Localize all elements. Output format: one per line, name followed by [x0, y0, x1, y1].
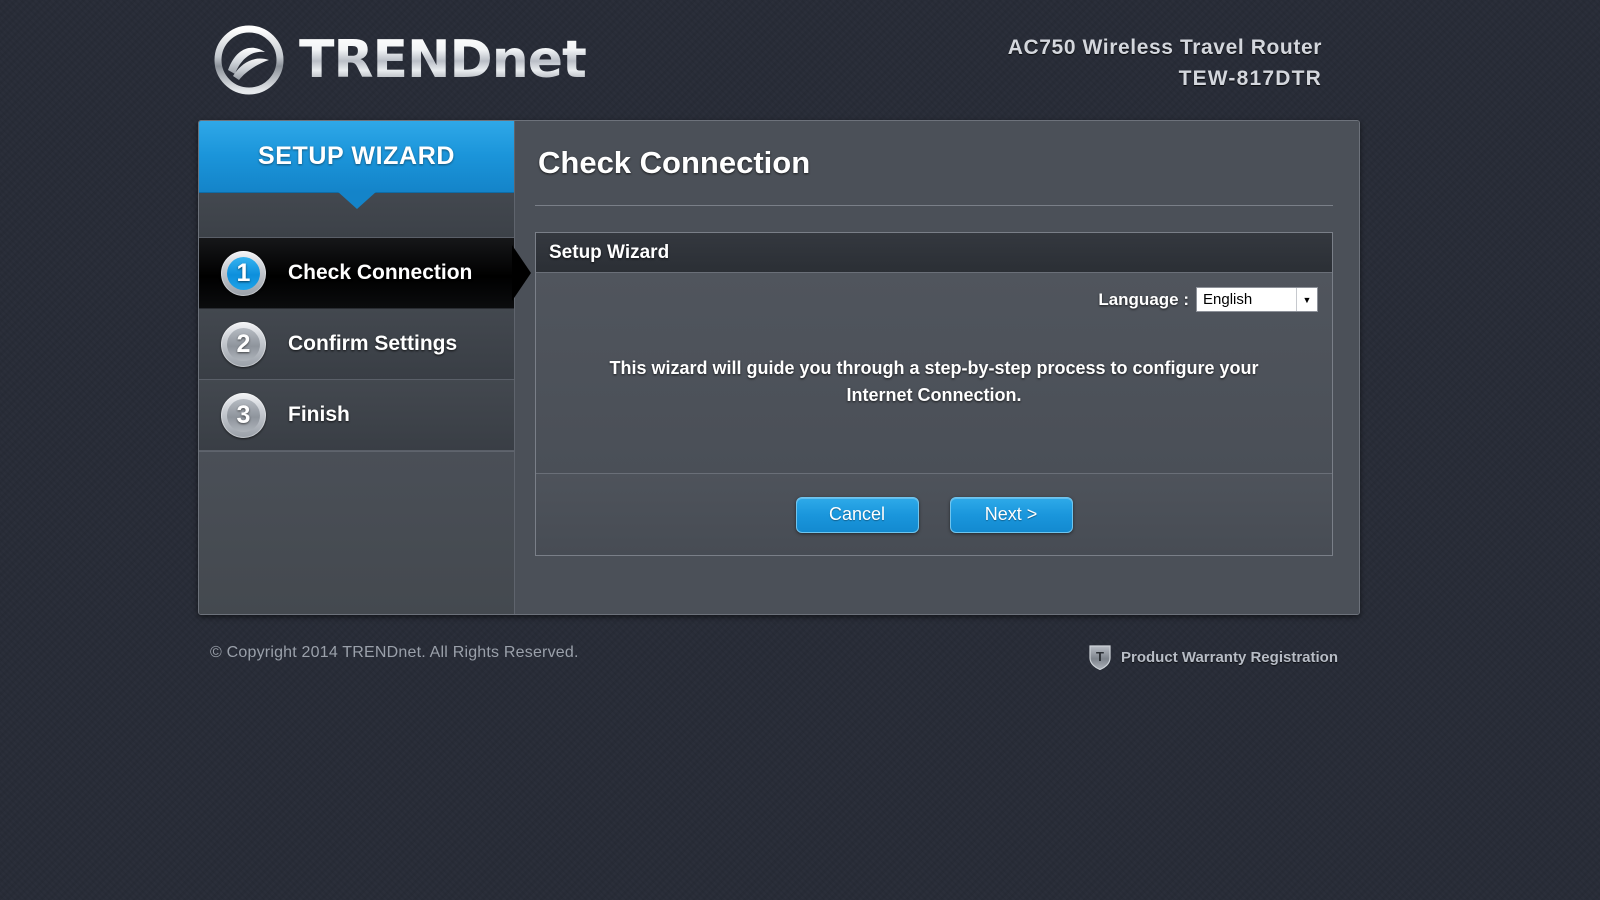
model-info: AC750 Wireless Travel Router TEW-817DTR: [1008, 33, 1322, 96]
cancel-button[interactable]: Cancel: [795, 496, 919, 533]
sidebar-step-label-1: Check Connection: [288, 261, 473, 284]
wizard-description: This wizard will guide you through a ste…: [609, 358, 1259, 405]
setup-wizard-panel: Setup Wizard Language : English ▼ This w…: [535, 232, 1333, 556]
step-number-2: 2: [227, 327, 260, 361]
step-number-3: 3: [227, 398, 260, 432]
shield-icon: T: [1089, 645, 1111, 670]
page-title: Check Connection: [538, 145, 811, 180]
language-row: Language : English ▼: [550, 287, 1318, 312]
language-select[interactable]: English ▼: [1196, 287, 1318, 312]
next-button[interactable]: Next >: [949, 496, 1073, 533]
setup-wizard-tab-label: SETUP WIZARD: [257, 142, 456, 170]
panel-footer: Cancel Next >: [536, 473, 1332, 555]
product-warranty-registration-link[interactable]: T Product Warranty Registration: [1089, 644, 1338, 670]
language-selected-value: English: [1203, 291, 1253, 308]
page-footer: © Copyright 2014 TRENDnet. All Rights Re…: [198, 636, 1360, 686]
step-number-badge-3: 3: [221, 392, 266, 438]
sidebar-step-confirm-settings[interactable]: 2 Confirm Settings: [199, 309, 514, 380]
wizard-sidebar: SETUP WIZARD 1 Check Connection 2 Confir…: [199, 121, 515, 614]
model-number: TEW-817DTR: [1178, 67, 1322, 91]
sidebar-step-label-3: Finish: [288, 403, 350, 426]
language-label: Language :: [1098, 289, 1189, 309]
sidebar-step-label-2: Confirm Settings: [288, 332, 458, 355]
main-frame: SETUP WIZARD 1 Check Connection 2 Confir…: [198, 120, 1360, 615]
model-name: AC750 Wireless Travel Router: [1007, 36, 1322, 59]
content-area: Check Connection Setup Wizard Language :…: [515, 121, 1359, 614]
copyright-text: © Copyright 2014 TRENDnet. All Rights Re…: [210, 644, 579, 661]
step-number-1: 1: [227, 256, 260, 290]
tab-notch-triangle-icon: [336, 191, 377, 209]
trendnet-logo: TRENDnet: [213, 24, 587, 96]
page-header: TRENDnet AC750 Wireless Travel Router TE…: [0, 0, 1600, 118]
step-number-badge-1: 1: [221, 250, 266, 296]
warranty-label: Product Warranty Registration: [1121, 648, 1338, 666]
panel-header: Setup Wizard: [536, 233, 1332, 273]
svg-text:T: T: [1096, 649, 1104, 664]
title-divider: [535, 205, 1333, 206]
sidebar-step-finish[interactable]: 3 Finish: [199, 380, 514, 451]
chevron-down-icon[interactable]: ▼: [1296, 288, 1317, 311]
setup-wizard-tab[interactable]: SETUP WIZARD: [199, 121, 514, 209]
sidebar-empty-area: [199, 451, 514, 614]
step-number-badge-2: 2: [221, 321, 266, 367]
brand-wordmark: TRENDnet: [299, 30, 587, 90]
panel-header-label: Setup Wizard: [549, 241, 670, 263]
panel-body: Language : English ▼ This wizard will gu…: [536, 273, 1332, 473]
sidebar-step-check-connection[interactable]: 1 Check Connection: [199, 238, 514, 309]
trendnet-swoosh-icon: [214, 25, 284, 95]
